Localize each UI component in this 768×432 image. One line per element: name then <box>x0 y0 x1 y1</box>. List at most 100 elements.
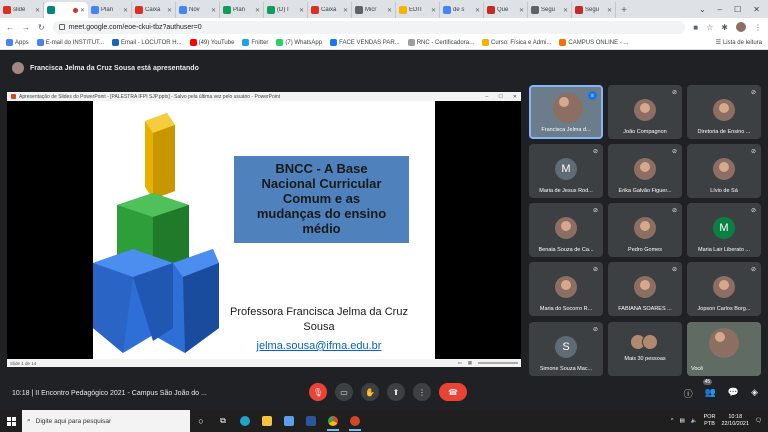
participant-tile[interactable]: ⊘ Diretoria de Ensino ... <box>687 85 761 139</box>
participant-tile[interactable]: ⊘ FABIANA SOARES ... <box>608 262 682 316</box>
chat-icon[interactable]: 💬 <box>728 387 739 400</box>
bookmark-item[interactable]: E-mail do INSTITUT... <box>36 39 104 46</box>
tab-close-icon[interactable]: ✕ <box>563 7 568 14</box>
participant-tile[interactable]: ⊘ Pedro Gomes <box>608 203 682 257</box>
close-window-button[interactable]: ✕ <box>753 5 760 14</box>
camera-icon[interactable]: ■ <box>693 23 698 32</box>
more-options-button[interactable]: ⋮ <box>413 383 431 401</box>
network-icon[interactable]: ▤ <box>680 418 685 424</box>
camera-button[interactable]: ▭ <box>335 383 353 401</box>
profile-avatar[interactable] <box>736 22 746 32</box>
task-view-icon[interactable]: ⧉ <box>212 410 234 432</box>
maximize-button[interactable]: ☐ <box>734 5 741 14</box>
browser-tab[interactable]: Nov ✕ <box>176 2 220 18</box>
bookmark-item[interactable]: Apps <box>6 39 29 46</box>
forward-icon[interactable]: → <box>22 23 30 32</box>
browser-tab[interactable]: Caixa ✕ <box>132 2 176 18</box>
browser-tab[interactable]: EDIT ✕ <box>396 2 440 18</box>
reload-icon[interactable]: ↻ <box>38 23 45 32</box>
browser-tab[interactable]: Segu ✕ <box>528 2 572 18</box>
bookmark-item[interactable]: (7) WhatsApp <box>276 39 322 46</box>
address-bar[interactable]: meet.google.com/eoe-ckui-tbz?authuser=0 <box>52 20 686 34</box>
tab-close-icon[interactable]: ✕ <box>80 7 85 14</box>
participant-avatar <box>709 328 739 358</box>
tab-close-icon[interactable]: ✕ <box>211 7 216 14</box>
browser-tab[interactable]: Micr ✕ <box>352 2 396 18</box>
tab-close-icon[interactable]: ✕ <box>167 7 172 14</box>
browser-tab[interactable]: Segu ✕ <box>572 2 616 18</box>
bookmark-item[interactable]: FACE VENDAS PAR... <box>330 39 400 46</box>
language-indicator[interactable]: POR PTB <box>704 414 716 428</box>
end-call-button[interactable]: ☎ <box>439 383 467 401</box>
bookmark-item[interactable]: RNC - Certificadora... <box>407 39 474 46</box>
menu-icon[interactable]: ⋮ <box>754 23 762 32</box>
participant-tile[interactable]: M ⊘ Maria de Jesus Rod... <box>529 144 603 198</box>
browser-tab[interactable]: Plan ✕ <box>88 2 132 18</box>
info-icon[interactable]: ⓘ <box>684 387 693 400</box>
people-button[interactable]: 45 👥 <box>702 379 716 400</box>
bookmark-item[interactable]: CAMPUS ONLINE - ... <box>559 39 628 46</box>
view-sorter-icon[interactable]: ▦ <box>468 360 472 366</box>
tab-close-icon[interactable]: ✕ <box>255 7 260 14</box>
mic-off-button[interactable]: 🎙 <box>309 383 327 401</box>
chrome-icon[interactable] <box>322 410 344 432</box>
view-normal-icon[interactable]: ▭ <box>457 360 461 366</box>
extensions-icon[interactable]: ✱ <box>721 23 728 32</box>
participant-tile[interactable]: ⊘ Maria do Socorro R... <box>529 262 603 316</box>
participant-tile[interactable]: ⊘ Lívio de Sá <box>687 144 761 198</box>
tab-close-icon[interactable]: ✕ <box>299 7 304 14</box>
speaking-indicator-icon: ≡ <box>588 91 597 100</box>
star-icon[interactable]: ☆ <box>706 23 713 32</box>
store-icon[interactable] <box>278 410 300 432</box>
taskbar-search-box[interactable]: ⌕ Digite aqui para pesquisar <box>22 410 190 432</box>
back-icon[interactable]: ← <box>6 23 14 32</box>
new-tab-button[interactable]: + <box>616 2 632 18</box>
word-icon[interactable] <box>300 410 322 432</box>
tab-close-icon[interactable]: ✕ <box>475 7 480 14</box>
file-explorer-icon[interactable] <box>256 410 278 432</box>
tab-close-icon[interactable]: ✕ <box>123 7 128 14</box>
participant-tile[interactable]: M ⊘ Maria Lair Liberato ... <box>687 203 761 257</box>
cortana-icon[interactable]: ○ <box>190 410 212 432</box>
browser-tab[interactable]: de s ✕ <box>440 2 484 18</box>
tab-close-icon[interactable]: ✕ <box>387 7 392 14</box>
participant-tile[interactable]: ⊘ Jopson Carlos Borg... <box>687 262 761 316</box>
volume-icon[interactable]: 🔈 <box>691 418 698 424</box>
bookmark-item[interactable]: Fnitter <box>242 39 268 46</box>
browser-tab[interactable]: Que ✕ <box>484 2 528 18</box>
browser-tab[interactable]: (D) I ✕ <box>264 2 308 18</box>
bookmark-item[interactable]: Curso: Física e Admi... <box>482 39 551 46</box>
participant-tile[interactable]: ⊘ João Compagnon <box>608 85 682 139</box>
zoom-slider[interactable] <box>478 362 518 364</box>
participant-tile[interactable]: S ⊘ Simone Souza Mac... <box>529 322 603 376</box>
present-button[interactable]: ⬆ <box>387 383 405 401</box>
tab-search-icon[interactable]: ⌄ <box>699 5 706 14</box>
powerpoint-taskbar-icon[interactable] <box>344 410 366 432</box>
browser-tab[interactable]: Caixa ✕ <box>308 2 352 18</box>
participant-tile[interactable]: Mais 30 pessoas <box>608 322 682 376</box>
tab-close-icon[interactable]: ✕ <box>519 7 524 14</box>
notifications-icon[interactable]: 🗨 <box>755 418 762 424</box>
slide-email-link[interactable]: jelma.sousa@ifma.edu.br <box>219 340 419 352</box>
clock[interactable]: 10:18 22/10/2021 <box>721 414 749 428</box>
browser-tab[interactable]: Plan ✕ <box>220 2 264 18</box>
tab-close-icon[interactable]: ✕ <box>343 7 348 14</box>
bookmark-item[interactable]: (49) YouTube <box>189 39 234 46</box>
browser-tab[interactable]: ✕ <box>44 2 88 18</box>
raise-hand-button[interactable]: ✋ <box>361 383 379 401</box>
participant-tile[interactable]: Você <box>687 322 761 376</box>
bookmark-item[interactable]: Email - LOCUTOR H... <box>112 39 182 46</box>
tab-close-icon[interactable]: ✕ <box>607 7 612 14</box>
participant-tile[interactable]: ⊘ Benaia Souza de Ca... <box>529 203 603 257</box>
start-button[interactable] <box>0 410 22 432</box>
minimize-button[interactable]: – <box>718 5 722 14</box>
reading-list-button[interactable]: ☰ Lista de leitura <box>716 39 762 47</box>
activities-icon[interactable]: ◈ <box>751 387 758 400</box>
participant-tile[interactable]: ⊘ Erika Galvão Figuer... <box>608 144 682 198</box>
participant-tile[interactable]: ≡ Francisca Jelma d... <box>529 85 603 139</box>
browser-tab[interactable]: slide ✕ <box>0 2 44 18</box>
tab-close-icon[interactable]: ✕ <box>431 7 436 14</box>
tab-close-icon[interactable]: ✕ <box>35 7 40 14</box>
edge-icon[interactable] <box>234 410 256 432</box>
tray-chevron-icon[interactable]: ^ <box>671 418 674 424</box>
